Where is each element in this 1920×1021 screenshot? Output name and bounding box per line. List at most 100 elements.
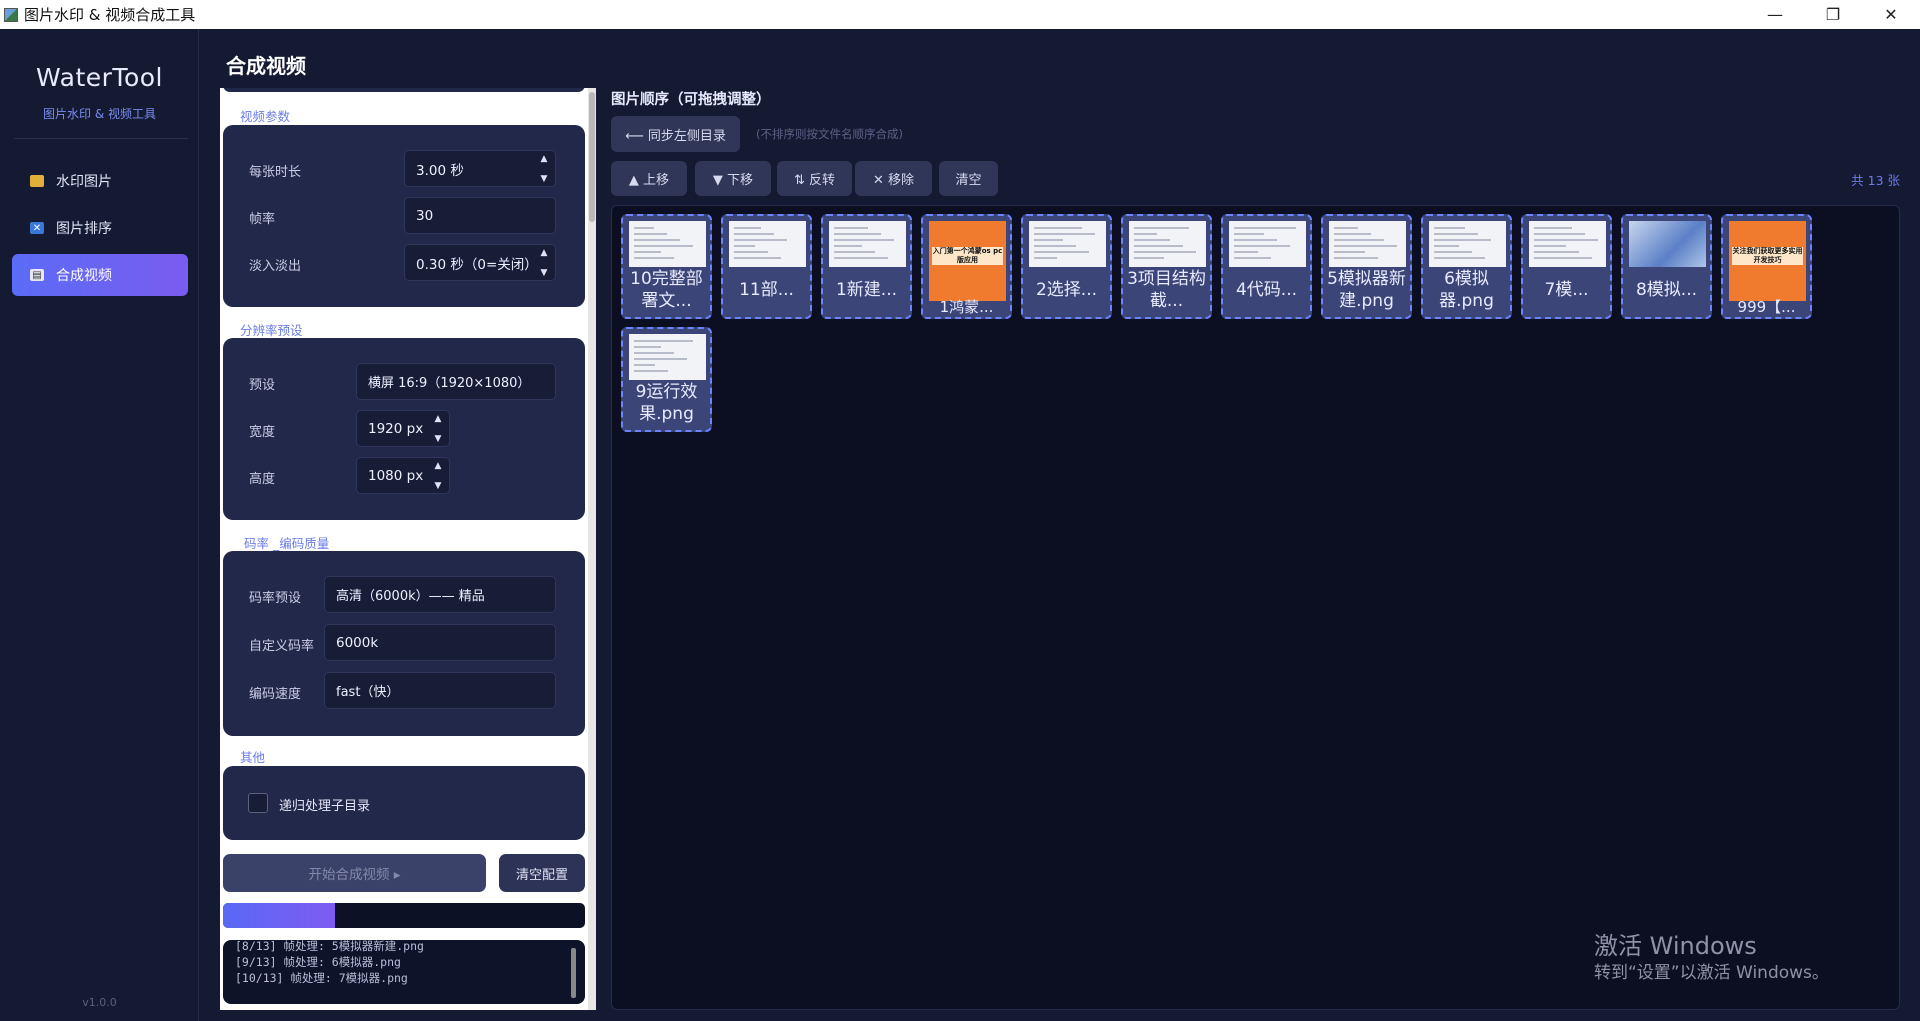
image-thumbnail[interactable]: 6模拟器.png [1421,214,1512,319]
thumbnail-line [1334,227,1358,229]
height-label: 高度 [249,472,276,487]
progress-fill [223,903,336,928]
section-other: 其他 [240,750,266,765]
start-compose-button[interactable]: 开始合成视频 ▸ [223,854,486,892]
fps-label: 帧率 [249,212,276,227]
resolution-card: 预设 横屏 16:9（1920×1080） 宽度 1920 px ▲ ▼ 高度 1… [223,338,585,520]
brand-name: WaterTool [36,63,163,92]
thumbnail-image [1029,221,1106,267]
bitrate-preset-select[interactable]: 高清（6000k）—— 精品 [324,576,556,613]
width-input[interactable]: 1920 px ▲ ▼ [356,410,450,447]
image-thumbnail[interactable]: 8模拟... [1621,214,1712,319]
thumbnail-line [1134,227,1189,229]
move-down-button[interactable]: ▼ 下移 [695,161,771,196]
thumbnail-line [1534,257,1592,259]
thumbnail-caption: 11部... [739,280,794,300]
remove-button[interactable]: ✕ 移除 [855,161,932,196]
sidebar-item-label: 图片排序 [56,221,112,237]
thumbnail-caption: 8模拟... [1635,280,1698,300]
poster-text: 入门第一个鸿蒙os pc版应用 [932,247,1003,265]
image-thumbnail[interactable]: 4代码... [1221,214,1312,319]
sidebar-item-sort[interactable]: ✕ 图片排序 [12,207,188,249]
version-label: v1.0.0 [82,996,117,1009]
thumbnail-image [1229,221,1306,267]
thumbnail-caption: 3项目结构截... [1127,269,1206,311]
minimize-button[interactable]: — [1746,0,1804,29]
close-button[interactable]: ✕ [1862,0,1920,29]
settings-panel[interactable]: 视频参数 每张时长 3.00 秒 ▲ ▼ 帧率 30 淡入淡出 0.30 秒（0=… [220,88,593,1010]
clear-list-button[interactable]: 清空 [939,161,998,196]
chevron-down-icon[interactable]: ▼ [435,434,442,444]
thumbnail-line [834,239,894,241]
chevron-down-icon[interactable]: ▼ [435,481,442,491]
thumbnail-line [634,245,693,247]
image-count: 共 13 张 [1851,173,1900,188]
chevron-up-icon[interactable]: ▲ [435,461,442,471]
log-output[interactable]: [8/13] 帧处理: 5模拟器新建.png [9/13] 帧处理: 6模拟器.… [223,940,585,1004]
thumbnail-image [1629,221,1706,267]
sync-directory-button[interactable]: ⟵ 同步左侧目录 [611,116,740,152]
encode-speed-label: 编码速度 [249,687,302,702]
thumbnail-line [834,233,881,235]
fps-input[interactable]: 30 [404,197,556,234]
duration-input[interactable]: 3.00 秒 ▲ ▼ [404,150,556,187]
image-thumbnail[interactable]: 入门第一个鸿蒙os pc版应用 1鸿蒙... [921,214,1012,319]
image-thumbnail[interactable]: 7模... [1521,214,1612,319]
encode-speed-select[interactable]: fast（快） [324,672,556,709]
chevron-up-icon[interactable]: ▲ [435,414,442,424]
thumbnail-image [1329,221,1406,267]
thumbnail-line [634,346,661,348]
thumbnail-image: 关注我们获取更多实用开发技巧 [1729,221,1806,301]
thumbnail-line [1434,239,1491,241]
thumbnail-caption: 5模拟器新建.png [1327,269,1406,311]
bitrate-card: 码率预设 高清（6000k）—— 精品 自定义码率 6000k 编码速度 fas… [223,551,585,736]
thumbnail-line [634,233,667,235]
thumbnail-line [834,251,875,253]
move-up-button[interactable]: ▲ 上移 [611,161,687,196]
image-thumbnail[interactable]: 10完整部署文... [621,214,712,319]
spinner[interactable]: ▲ ▼ [537,154,551,184]
sidebar-item-video[interactable]: ▤ 合成视频 [12,254,188,296]
reverse-button[interactable]: ⇅ 反转 [777,161,852,196]
chevron-down-icon[interactable]: ▼ [541,174,548,184]
thumbnail-line [1534,245,1566,247]
chevron-down-icon[interactable]: ▼ [541,268,548,278]
log-scrollbar[interactable] [571,948,576,998]
image-thumbnail[interactable]: 11部... [721,214,812,319]
image-thumbnail[interactable]: 3项目结构截... [1121,214,1212,319]
thumbnail-line [834,257,888,259]
clear-config-button[interactable]: 清空配置 [499,854,585,892]
spinner[interactable]: ▲ ▼ [431,414,445,444]
fade-input[interactable]: 0.30 秒（0=关闭） ▲ ▼ [404,244,556,281]
image-thumbnail[interactable]: 2选择... [1021,214,1112,319]
brand-subtitle: 图片水印 & 视频工具 [43,107,156,121]
thumbnail-grid[interactable]: 10完整部署文... 11部... 1新建... 入门第一个鸿蒙os pc版应用 1鸿蒙… [611,205,1900,1010]
spinner[interactable]: ▲ ▼ [537,248,551,278]
thumbnail-line [1434,245,1459,247]
recursive-checkbox[interactable] [248,793,268,813]
image-thumbnail[interactable]: 1新建... [821,214,912,319]
thumbnail-caption: 10完整部署文... [630,269,703,311]
thumbnail-image [629,334,706,380]
settings-scrollbar[interactable] [588,88,596,1010]
divider [14,138,188,139]
thumbnail-line [1134,233,1157,235]
image-thumbnail[interactable]: 5模拟器新建.png [1321,214,1412,319]
preset-select[interactable]: 横屏 16:9（1920×1080） [356,363,556,400]
thumbnail-line [634,251,661,253]
custom-bitrate-input[interactable]: 6000k [324,624,556,661]
spinner[interactable]: ▲ ▼ [431,461,445,491]
image-thumbnail[interactable]: 9运行效果.png [621,327,712,432]
thumbnail-line [1534,239,1598,241]
thumbnail-image [829,221,906,267]
chevron-up-icon[interactable]: ▲ [541,248,548,258]
thumbnail-line [1234,239,1277,241]
thumbnail-line [1334,233,1371,235]
maximize-button[interactable]: ❐ [1804,0,1862,29]
settings-scroll-thumb[interactable] [589,92,595,222]
chevron-up-icon[interactable]: ▲ [541,154,548,164]
image-thumbnail[interactable]: 关注我们获取更多实用开发技巧 999【... [1721,214,1812,319]
height-input[interactable]: 1080 px ▲ ▼ [356,457,450,494]
log-line: [9/13] 帧处理: 6模拟器.png [235,955,401,969]
sidebar-item-watermark[interactable]: 水印图片 [12,160,188,202]
